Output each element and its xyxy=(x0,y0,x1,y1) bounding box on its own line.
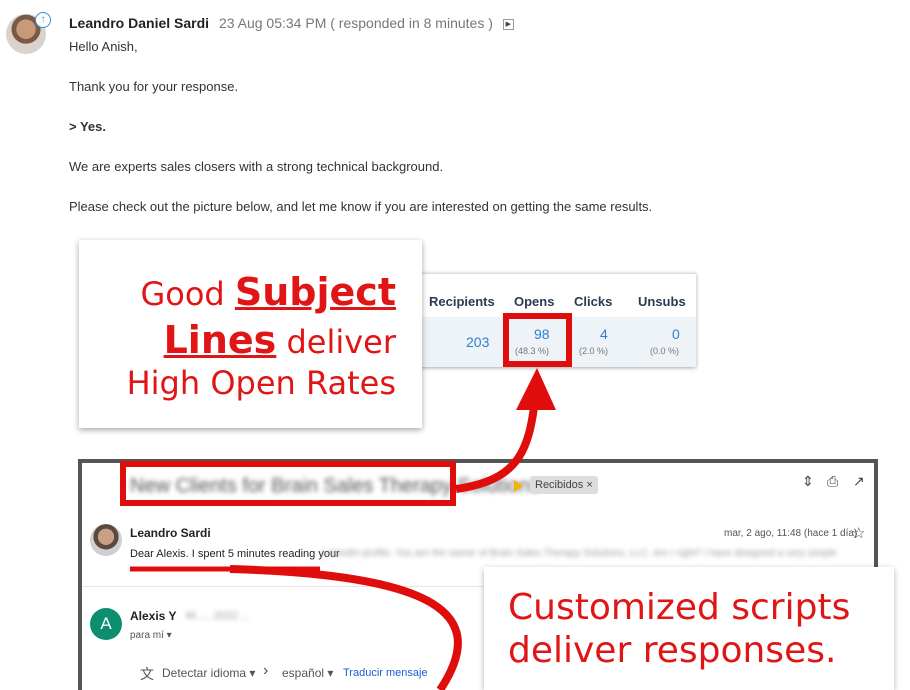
star-icon[interactable]: ☆ xyxy=(852,524,865,542)
sort-icon[interactable]: ⇕ xyxy=(802,473,814,490)
detect-language-select[interactable]: Detectar idioma ▾ xyxy=(162,666,255,680)
message1-snippet-blurred: LinkedIn profile. You are the owner of B… xyxy=(322,548,837,559)
print-icon[interactable]: ⎙ xyxy=(827,473,838,490)
sender2-avatar: A xyxy=(90,608,122,640)
stats-clicks-percent: (2.0 %) xyxy=(579,346,609,356)
remove-label-icon[interactable]: × xyxy=(586,479,592,491)
message1-snippet: Dear Alexis. I spent 5 minutes reading y… xyxy=(130,548,340,560)
sender2-name-blurred: M...., 2022 ... xyxy=(186,610,251,622)
stats-col-unsubs: Unsubs xyxy=(638,294,686,309)
sender2-initial: A xyxy=(100,614,112,633)
recipient-line[interactable]: para mí ▾ xyxy=(130,630,172,641)
subject-lines-callout: Good Subject Lines deliver High Open Rat… xyxy=(79,240,422,428)
callout1-line2: Lines deliver xyxy=(164,318,396,362)
callout1-lines: Lines xyxy=(163,318,277,362)
callout1-deliver: deliver xyxy=(286,323,396,361)
stats-unsubs-percent: (0.0 %) xyxy=(650,346,680,356)
inbox-label-chip[interactable]: Recibidos × xyxy=(530,476,598,494)
stats-recipients-value: 203 xyxy=(466,334,490,350)
recipient-text: para mí xyxy=(130,630,164,641)
callout1-subject: Subject xyxy=(234,270,396,314)
callout1-good: Good xyxy=(140,275,225,313)
sender-name[interactable]: Leandro Daniel Sardi xyxy=(69,15,209,31)
body-line-quote: > Yes. xyxy=(69,119,106,134)
sender1-name[interactable]: Leandro Sardi xyxy=(130,526,211,540)
subject-highlight-box xyxy=(120,461,456,506)
stats-col-recipients: Recipients xyxy=(429,294,495,309)
arrow-right-icon: › xyxy=(263,662,269,679)
reply-status-icon: ↑ xyxy=(35,12,51,28)
callout2-line1: Customized scripts xyxy=(508,587,851,628)
target-language-select[interactable]: español ▾ xyxy=(282,666,333,680)
arrow-to-opens-head xyxy=(516,368,556,410)
body-line-thanks: Thank you for your response. xyxy=(69,79,239,94)
important-marker-icon xyxy=(514,480,523,492)
message-header: Leandro Daniel Sardi 23 Aug 05:34 PM ( r… xyxy=(69,15,514,31)
detect-language-text: Detectar idioma xyxy=(162,666,247,680)
stats-clicks-value: 4 xyxy=(600,326,608,342)
sender2-name[interactable]: Alexis Y xyxy=(130,609,176,623)
expand-icon[interactable]: ▶ xyxy=(502,18,514,30)
opens-highlight-box xyxy=(503,313,572,367)
open-new-window-icon[interactable]: ↗ xyxy=(853,473,865,490)
callout2-line2: deliver responses. xyxy=(508,630,837,671)
customized-scripts-callout: Customized scripts deliver responses. xyxy=(484,567,894,690)
callout1-line1: Good Subject xyxy=(140,270,396,314)
body-line-cta: Please check out the picture below, and … xyxy=(69,199,653,214)
body-line-greeting: Hello Anish, xyxy=(69,39,138,54)
stats-col-opens: Opens xyxy=(514,294,555,309)
message1-date: mar, 2 ago, 11:48 (hace 1 día) xyxy=(724,528,858,539)
message-meta: 23 Aug 05:34 PM ( responded in 8 minutes… xyxy=(218,15,493,31)
sender1-avatar xyxy=(90,524,122,556)
inbox-label-text: Recibidos xyxy=(535,479,584,491)
stats-unsubs-value: 0 xyxy=(672,326,680,342)
translate-message-link[interactable]: Traducir mensaje xyxy=(343,667,428,679)
callout1-line3: High Open Rates xyxy=(126,364,396,402)
translate-icon[interactable]: 文 xyxy=(140,664,154,684)
target-language-text: español xyxy=(282,666,325,680)
body-line-experts: We are experts sales closers with a stro… xyxy=(69,159,444,174)
stats-col-clicks: Clicks xyxy=(574,294,613,309)
